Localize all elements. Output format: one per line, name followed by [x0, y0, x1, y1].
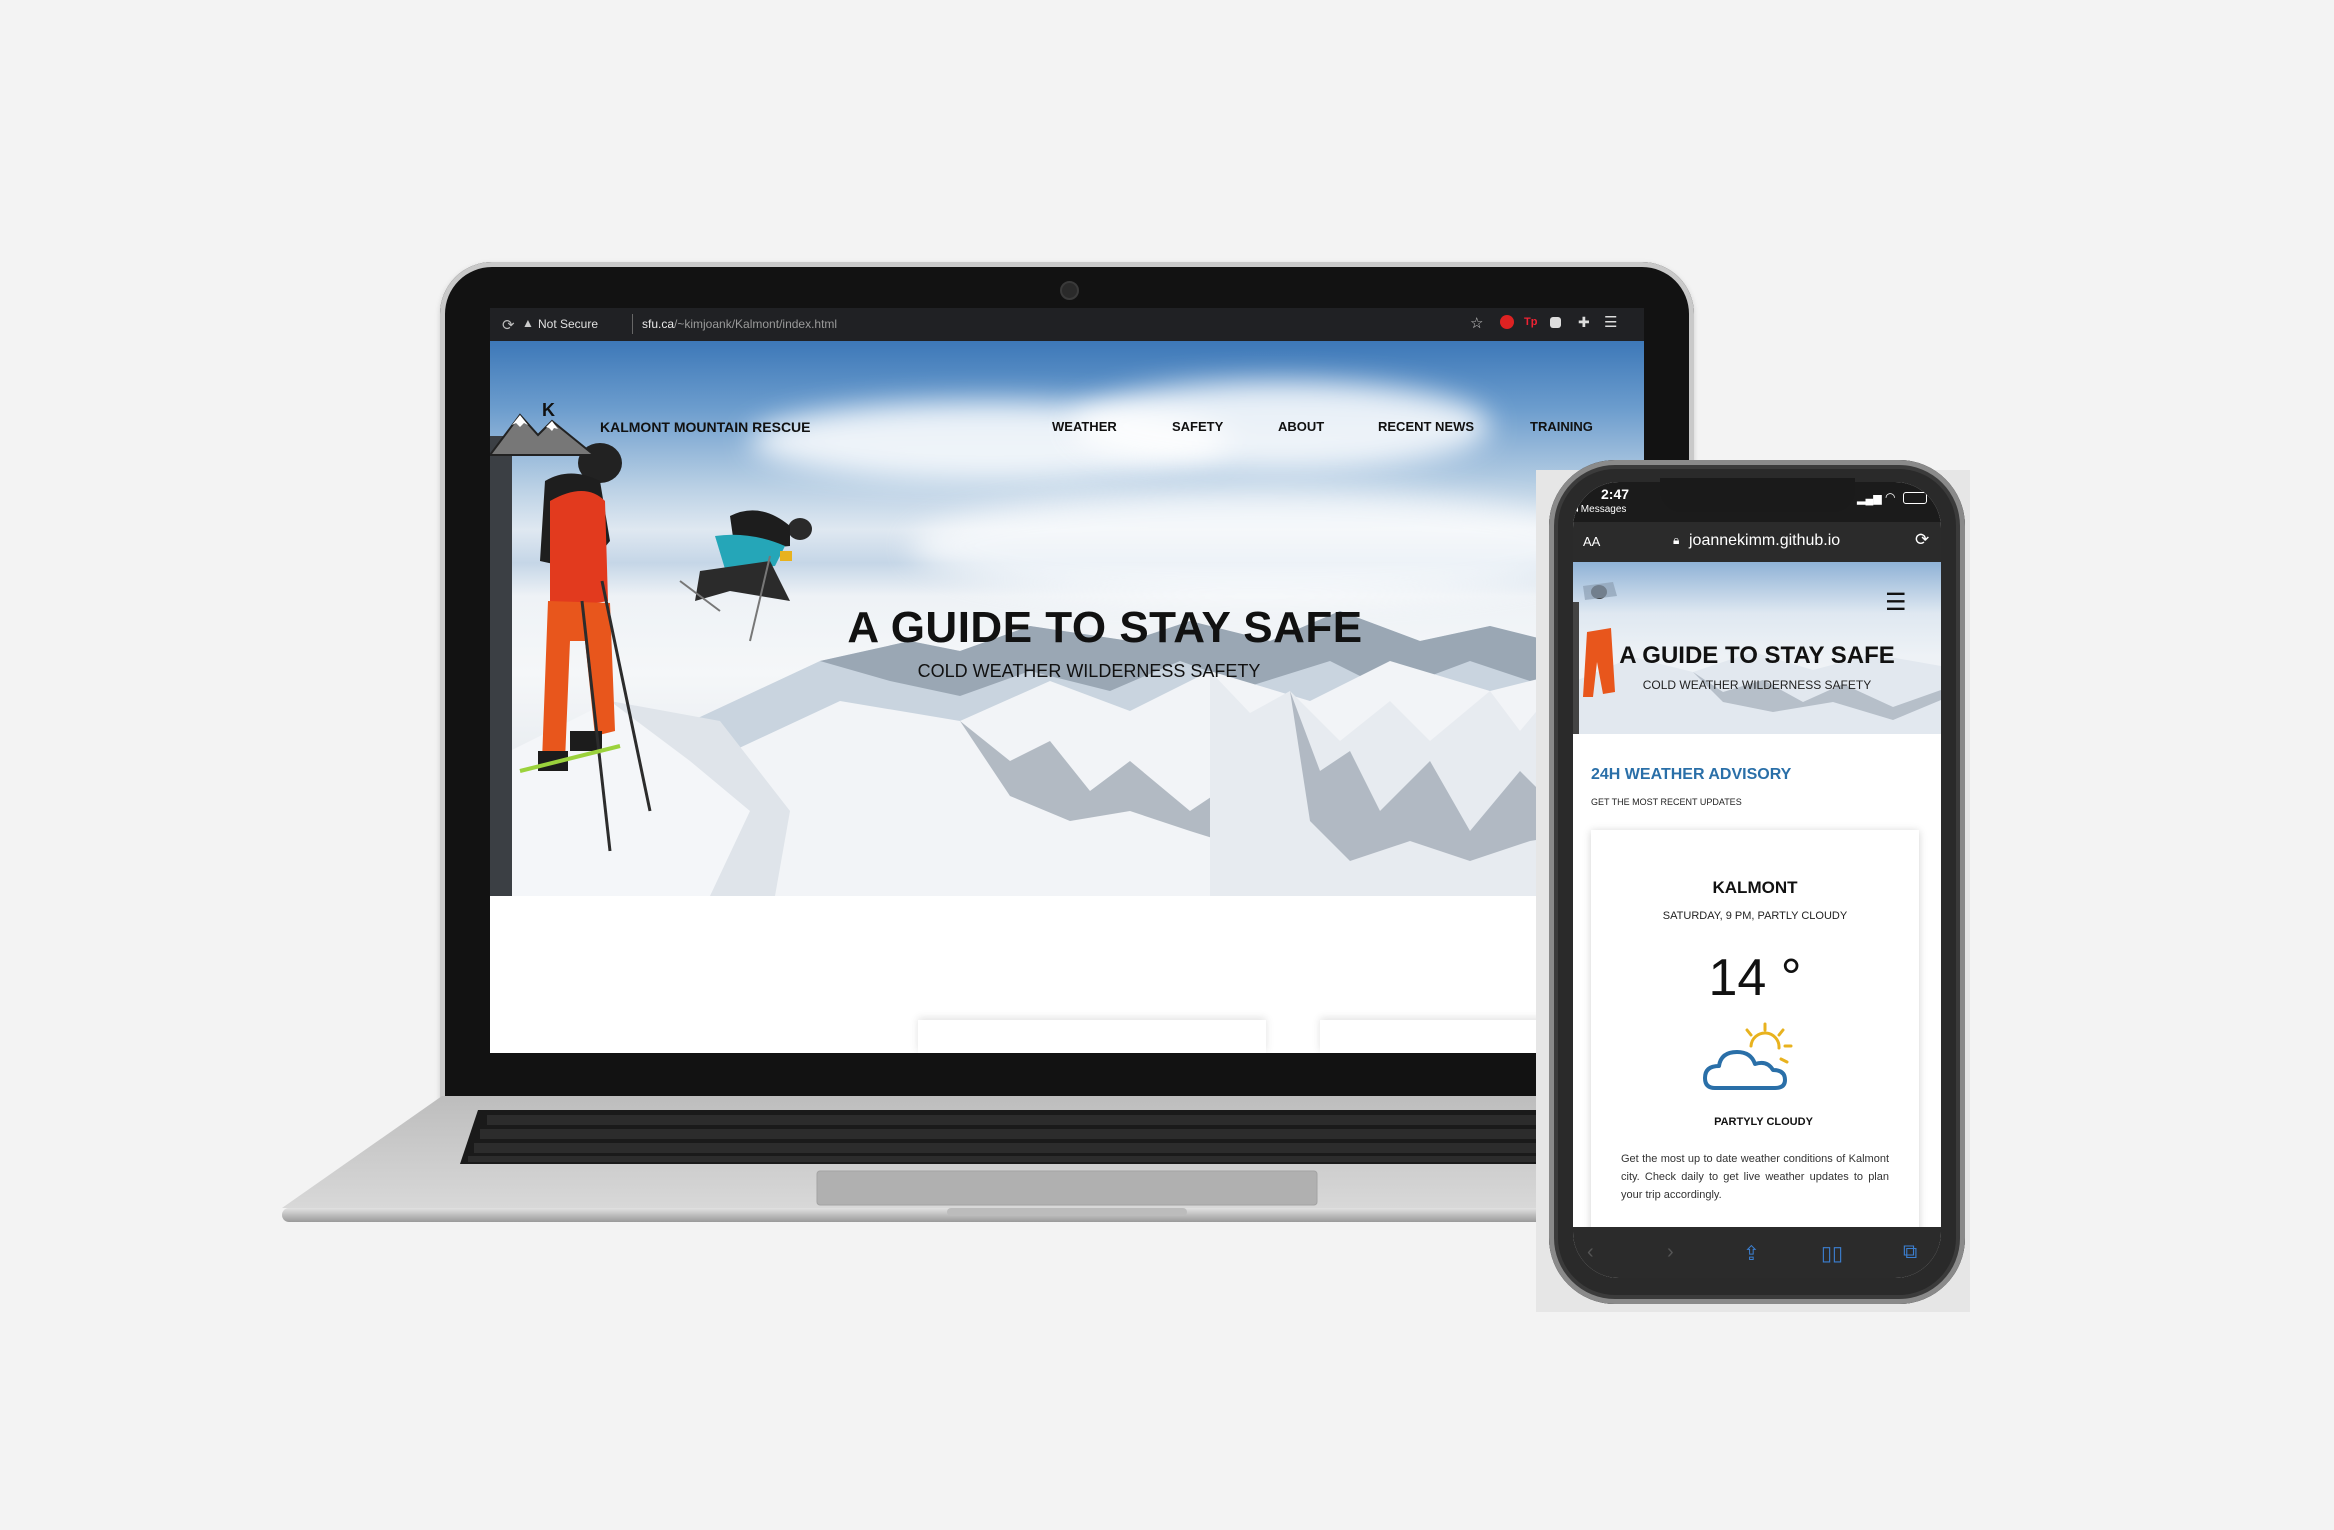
back-icon[interactable]: ‹	[1587, 1241, 1594, 1264]
url-path: /~kimjoank/Kalmont/index.html	[674, 317, 838, 331]
phone-notch	[1660, 478, 1855, 512]
nav-recent-news[interactable]: RECENT NEWS	[1378, 419, 1474, 434]
advisory-subtitle: GET THE MOST RECENT UPDATES	[1591, 797, 1742, 807]
partly-cloudy-icon	[1703, 1022, 1793, 1090]
tabs-icon[interactable]: ⧉	[1903, 1241, 1917, 1264]
phone-hero-subtitle: COLD WEATHER WILDERNESS SAFETY	[1642, 678, 1872, 692]
warning-icon: ▲	[522, 316, 534, 330]
hamburger-menu-icon[interactable]: ☰	[1885, 588, 1907, 617]
security-label[interactable]: Not Secure	[538, 317, 598, 331]
laptop-screen: ⟳ ▲ Not Secure sfu.ca/~kimjoank/Kalmont/…	[490, 308, 1644, 1053]
reload-icon[interactable]: ⟳	[1915, 530, 1929, 550]
kalmont-logo[interactable]: K	[490, 401, 596, 457]
hero-section: K KALMONT MOUNTAIN RESCUE WEATHER SAFETY…	[490, 341, 1644, 896]
advisory-title: 24H WEATHER ADVISORY	[1591, 766, 1792, 783]
url-divider	[632, 314, 633, 334]
nav-training[interactable]: TRAINING	[1530, 419, 1593, 434]
browser-toolbar: ⟳ ▲ Not Secure sfu.ca/~kimjoank/Kalmont/…	[490, 308, 1644, 341]
extension-icon[interactable]: ✚	[1578, 314, 1590, 331]
phone-screen: 2:47 ◂ Messages ▂▄▆ ◠ AA 🔒︎ joannekimm.g…	[1573, 482, 1941, 1278]
extension-icon[interactable]	[1550, 317, 1561, 328]
wifi-icon: ◠	[1885, 490, 1896, 504]
weather-city: KALMONT	[1712, 878, 1798, 897]
extension-icon[interactable]: Tp	[1524, 316, 1537, 328]
menu-icon[interactable]: ☰	[1604, 313, 1617, 331]
safari-address-bar: AA 🔒︎ joannekimm.github.io ⟳	[1573, 522, 1941, 562]
weather-condition: PARTYLY CLOUDY	[1714, 1116, 1813, 1128]
weather-card: KALMONT SATURDAY, 9 PM, PARTLY CLOUDY 14…	[1591, 830, 1919, 1268]
weather-description: Get the most up to date weather conditio…	[1621, 1153, 1889, 1201]
phone-hero-title: A GUIDE TO STAY SAFE	[1619, 642, 1895, 669]
reload-icon[interactable]: ⟳	[502, 316, 515, 334]
brand-name[interactable]: KALMONT MOUNTAIN RESCUE	[600, 419, 811, 435]
status-time: 2:47	[1601, 486, 1630, 502]
logo-letter: K	[542, 401, 555, 420]
url-domain: sfu.ca	[642, 317, 675, 331]
content-card	[918, 1020, 1266, 1053]
phone-hero: ☰ A GUIDE TO STAY SAFE COLD WEATHER WILD…	[1573, 562, 1941, 734]
share-icon[interactable]: ⇪	[1743, 1241, 1760, 1266]
star-icon[interactable]: ☆	[1470, 314, 1483, 332]
phone-url[interactable]: joannekimm.github.io	[1689, 532, 1840, 550]
extension-icon[interactable]	[1500, 315, 1514, 329]
hero-title: A GUIDE TO STAY SAFE	[847, 603, 1363, 652]
nav-about[interactable]: ABOUT	[1278, 419, 1324, 434]
nav-safety[interactable]: SAFETY	[1172, 419, 1223, 434]
bookmarks-icon[interactable]: ▯▯	[1821, 1241, 1843, 1266]
hero-subtitle: COLD WEATHER WILDERNESS SAFETY	[917, 661, 1261, 681]
weather-time: SATURDAY, 9 PM, PARTLY CLOUDY	[1662, 910, 1848, 922]
back-to-messages[interactable]: ◂ Messages	[1573, 504, 1626, 515]
safari-toolbar: ‹ › ⇪ ▯▯ ⧉	[1573, 1227, 1941, 1278]
text-size-button[interactable]: AA	[1583, 534, 1600, 549]
signal-icon: ▂▄▆	[1857, 493, 1882, 505]
forward-icon[interactable]: ›	[1667, 1241, 1674, 1264]
nav-weather[interactable]: WEATHER	[1052, 419, 1117, 434]
address-bar[interactable]: sfu.ca/~kimjoank/Kalmont/index.html	[642, 317, 837, 331]
laptop-camera	[1060, 281, 1079, 300]
battery-icon	[1903, 492, 1927, 504]
weather-temperature: 14 °	[1708, 949, 1802, 1007]
lock-icon: 🔒︎	[1673, 533, 1680, 547]
